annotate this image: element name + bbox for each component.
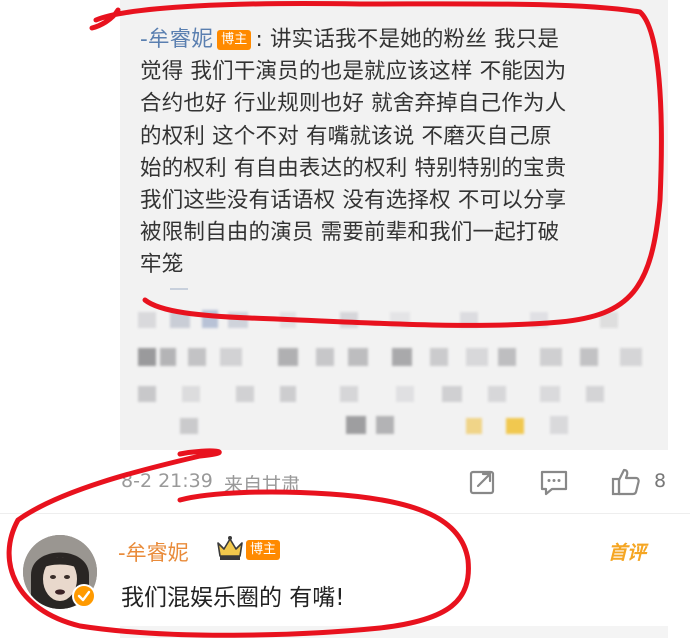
quoted-line: 我们这些没有话语权 没有选择权 不可以分享 <box>140 188 567 214</box>
crown-icon <box>217 536 243 560</box>
quoted-author-link[interactable]: -牟睿妮 <box>140 27 213 52</box>
quoted-line: 合约也好 行业规则也好 就舍弃掉自己作为人 <box>140 91 567 117</box>
quoted-line: 讲实话我不是她的粉丝 我只是 <box>269 27 560 52</box>
quoted-line: 觉得 我们干演员的也是就应该这样 不能因为 <box>140 59 567 85</box>
share-icon[interactable] <box>466 466 498 498</box>
quoted-line: 始的权利 有自由表达的权利 特别特别的宝贵 <box>140 155 567 181</box>
pixelated-region <box>138 310 642 434</box>
comment-author[interactable]: -牟睿妮 <box>118 537 189 567</box>
divider <box>0 513 690 514</box>
blogger-badge: 博主 <box>246 540 281 560</box>
blogger-badge: 博主 <box>217 30 252 50</box>
quoted-line: 的权利 这个不对 有嘴就该说 不磨灭自己原 <box>140 123 552 149</box>
post-time: 8-2 21:39 <box>121 470 213 492</box>
quoted-line: 牢笼 <box>140 252 184 278</box>
weibo-comment-page: -牟睿妮 博主: 讲实话我不是她的粉丝 我只是 觉得 我们干演员的也是就应该这样 … <box>0 0 690 638</box>
quoted-reply-text: -牟睿妮 博主: 讲实话我不是她的粉丝 我只是 觉得 我们干演员的也是就应该这样 … <box>140 24 640 282</box>
post-location: 来自甘肃 <box>224 474 301 496</box>
verified-icon <box>72 584 96 608</box>
text-underline <box>170 288 188 290</box>
quoted-reply-first-line: -牟睿妮 博主: 讲实话我不是她的粉丝 我只是 <box>140 24 640 56</box>
thumbs-up-icon[interactable] <box>610 466 642 498</box>
first-comment-tag: 首评 <box>608 542 647 564</box>
comment-icon[interactable] <box>538 466 570 498</box>
reply-preview-box <box>120 626 668 638</box>
quoted-line: 被限制自由的演员 需要前辈和我们一起打破 <box>140 220 560 246</box>
colon: : <box>255 27 270 52</box>
comment-text: 我们混娱乐圈的 有嘴! <box>121 585 345 611</box>
like-count: 8 <box>654 470 667 492</box>
pixel-blocks <box>138 310 642 434</box>
